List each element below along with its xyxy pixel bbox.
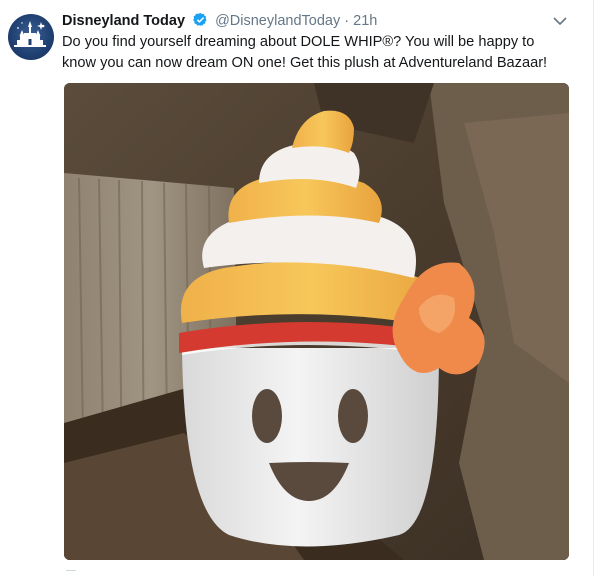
display-name[interactable]: Disneyland Today <box>62 13 185 29</box>
timestamp[interactable]: 21h <box>353 13 377 29</box>
tweet-photo[interactable] <box>64 83 569 560</box>
avatar[interactable] <box>8 14 54 60</box>
tweet-text: Do you find yourself dreaming about DOLE… <box>62 34 548 71</box>
castle-logo-icon <box>14 21 46 47</box>
chevron-down-icon[interactable] <box>551 12 569 30</box>
tweet-header: Disneyland Today @DisneylandToday · 21h <box>62 11 563 31</box>
verified-badge-icon <box>193 12 208 33</box>
dole-whip-plush-photo <box>64 83 569 560</box>
tweet[interactable]: Disneyland Today @DisneylandToday · 21h … <box>0 0 594 576</box>
separator: · <box>344 13 350 29</box>
handle[interactable]: @DisneylandToday <box>215 13 340 29</box>
